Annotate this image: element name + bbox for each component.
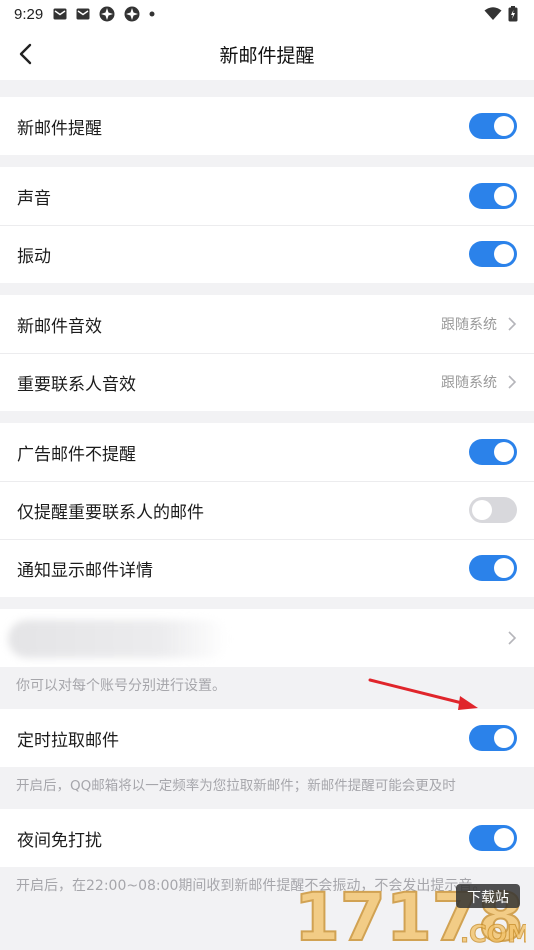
settings-group-new-mail: 新邮件提醒 bbox=[0, 97, 534, 155]
dnd-group: 夜间免打扰 bbox=[0, 809, 534, 867]
setting-row-new-mail-alert[interactable]: 新邮件提醒 bbox=[0, 97, 534, 155]
settings-group-ringtones: 新邮件音效 跟随系统 重要联系人音效 跟随系统 bbox=[0, 295, 534, 411]
blurred-account-name bbox=[8, 620, 228, 658]
setting-value-text: 跟随系统 bbox=[441, 317, 497, 333]
toggle-knob bbox=[494, 116, 514, 136]
setting-label: 定时拉取邮件 bbox=[17, 730, 119, 751]
chevron-right-icon bbox=[508, 375, 517, 389]
new-mail-alert-toggle[interactable] bbox=[469, 113, 517, 139]
setting-value-text: 跟随系统 bbox=[441, 375, 497, 391]
page-title: 新邮件提醒 bbox=[219, 44, 315, 67]
watermark-domain: .COM bbox=[460, 920, 526, 946]
night-dnd-toggle[interactable] bbox=[469, 825, 517, 851]
app-notification-icon bbox=[124, 6, 140, 22]
toggle-knob bbox=[472, 500, 492, 520]
chevron-right-icon bbox=[508, 317, 517, 331]
setting-row-vip-contact-sound[interactable]: 重要联系人音效 跟随系统 bbox=[0, 353, 534, 411]
setting-label: 声音 bbox=[17, 188, 51, 209]
setting-row-no-ad-alert[interactable]: 广告邮件不提醒 bbox=[0, 423, 534, 481]
setting-label: 夜间免打扰 bbox=[17, 830, 102, 851]
toggle-knob bbox=[494, 558, 514, 578]
setting-row-show-details[interactable]: 通知显示邮件详情 bbox=[0, 539, 534, 597]
no-ad-alert-toggle[interactable] bbox=[469, 439, 517, 465]
back-arrow-icon[interactable] bbox=[14, 40, 40, 68]
nav-bar: 新邮件提醒 bbox=[0, 28, 534, 80]
toggle-knob bbox=[494, 728, 514, 748]
setting-value: 跟随系统 bbox=[441, 372, 517, 392]
setting-label: 仅提醒重要联系人的邮件 bbox=[17, 502, 204, 523]
status-time: 9:29 bbox=[14, 5, 44, 23]
mail-icon bbox=[76, 8, 90, 20]
watermark-badge: 下载站 bbox=[467, 890, 509, 906]
setting-row-scheduled-fetch[interactable]: 定时拉取邮件 bbox=[0, 709, 534, 767]
scheduled-fetch-note: 开启后，QQ邮箱将以一定频率为您拉取新邮件；新邮件提醒可能会更及时 bbox=[16, 778, 456, 794]
more-notifications-dot bbox=[149, 11, 155, 17]
sound-toggle[interactable] bbox=[469, 183, 517, 209]
setting-value: 跟随系统 bbox=[441, 314, 517, 334]
show-details-toggle[interactable] bbox=[469, 555, 517, 581]
mail-icon bbox=[53, 8, 67, 20]
annotation-arrow-icon bbox=[368, 678, 478, 710]
setting-label: 新邮件提醒 bbox=[17, 118, 102, 139]
setting-row-night-dnd[interactable]: 夜间免打扰 bbox=[0, 809, 534, 867]
setting-label: 广告邮件不提醒 bbox=[17, 444, 136, 465]
vibration-toggle[interactable] bbox=[469, 241, 517, 267]
battery-icon bbox=[508, 6, 518, 22]
setting-label: 重要联系人音效 bbox=[17, 374, 136, 395]
settings-group-sound: 声音 振动 bbox=[0, 167, 534, 283]
toggle-knob bbox=[494, 828, 514, 848]
scheduled-fetch-toggle[interactable] bbox=[469, 725, 517, 751]
setting-row-new-mail-sound[interactable]: 新邮件音效 跟随系统 bbox=[0, 295, 534, 353]
watermark-graphic: 17178 下载站 .COM bbox=[293, 878, 532, 950]
setting-row-sound[interactable]: 声音 bbox=[0, 167, 534, 225]
account-row[interactable] bbox=[0, 609, 534, 667]
wifi-icon bbox=[484, 7, 502, 20]
app-notification-icon bbox=[99, 6, 115, 22]
toggle-knob bbox=[494, 186, 514, 206]
setting-label: 通知显示邮件详情 bbox=[17, 560, 153, 581]
scheduled-fetch-group: 定时拉取邮件 bbox=[0, 709, 534, 767]
account-group bbox=[0, 609, 534, 667]
setting-label: 振动 bbox=[17, 246, 51, 267]
setting-row-vip-only[interactable]: 仅提醒重要联系人的邮件 bbox=[0, 481, 534, 539]
setting-row-vibration[interactable]: 振动 bbox=[0, 225, 534, 283]
settings-group-filters: 广告邮件不提醒 仅提醒重要联系人的邮件 通知显示邮件详情 bbox=[0, 423, 534, 597]
watermark-logo: 17178 下载站 .COM bbox=[293, 878, 532, 950]
status-bar: 9:29 bbox=[0, 0, 534, 28]
vip-only-toggle[interactable] bbox=[469, 497, 517, 523]
toggle-knob bbox=[494, 442, 514, 462]
toggle-knob bbox=[494, 244, 514, 264]
setting-label: 新邮件音效 bbox=[17, 316, 102, 337]
chevron-right-icon bbox=[508, 631, 517, 645]
